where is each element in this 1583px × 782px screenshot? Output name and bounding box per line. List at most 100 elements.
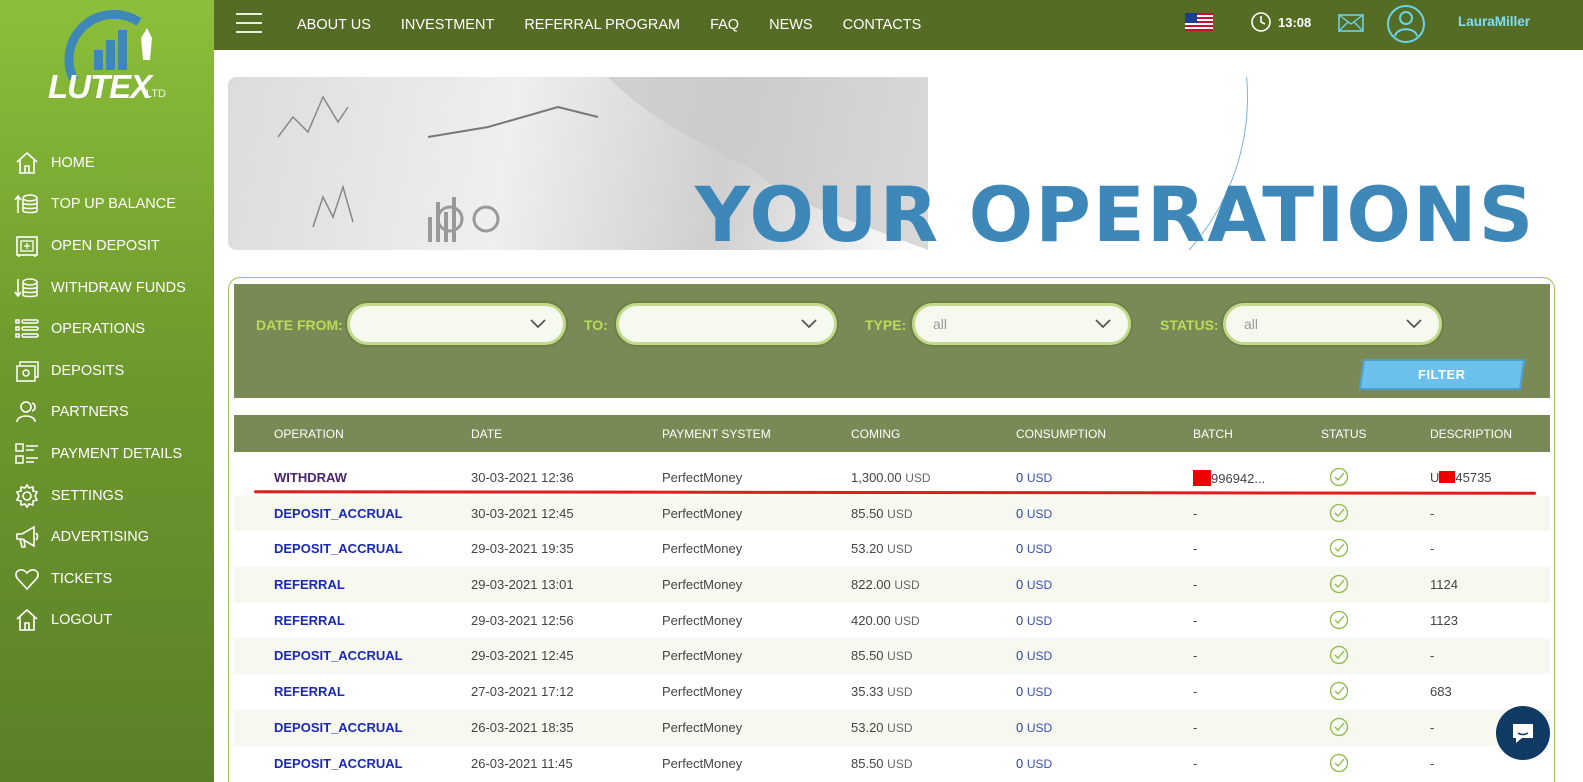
sidebar-item-tickets[interactable]: TICKETS (0, 558, 214, 600)
currency: USD (887, 685, 913, 700)
batch-id: 996942... (1193, 470, 1265, 486)
operation-type: REFERRAL (274, 612, 345, 628)
operation-date: 26-03-2021 11:45 (471, 755, 573, 771)
coming-amount: 822.00 USD (851, 577, 920, 592)
column-header-coming[interactable]: COMING (851, 427, 900, 441)
operation-type: REFERRAL (274, 577, 345, 593)
batch-id: - (1193, 719, 1198, 735)
coming-amount: 85.50 USD (851, 506, 913, 521)
sidebar-item-payment-details[interactable]: PAYMENT DETAILS (0, 433, 214, 475)
avatar[interactable] (1386, 3, 1426, 45)
heart-icon (15, 568, 39, 590)
sidebar-item-advertising[interactable]: ADVERTISING (0, 516, 214, 558)
mail-icon[interactable] (1338, 13, 1364, 33)
status-check-icon (1329, 503, 1349, 522)
coming-value: 85.50 (851, 648, 884, 664)
table-row: DEPOSIT_ACCRUAL 26-03-2021 11:45 Perfect… (234, 746, 1550, 782)
column-header-consumption[interactable]: CONSUMPTION (1016, 427, 1106, 441)
nav-link-referral-program[interactable]: REFERRAL PROGRAM (524, 17, 680, 33)
chat-button[interactable] (1496, 706, 1550, 760)
description-value: 45735 (1455, 470, 1492, 485)
type-select[interactable]: all (912, 303, 1131, 345)
sidebar-item-settings[interactable]: SETTINGS (0, 475, 214, 517)
chevron-down-icon (1406, 319, 1422, 329)
column-header-status[interactable]: STATUS (1321, 427, 1367, 441)
nav-link-investment[interactable]: INVESTMENT (401, 17, 494, 33)
sidebar-item-deposits[interactable]: DEPOSITS (0, 350, 214, 392)
nav-link-faq[interactable]: FAQ (710, 17, 739, 33)
sidebar-item-operations[interactable]: OPERATIONS (0, 308, 214, 350)
column-header-payment-system[interactable]: PAYMENT SYSTEM (662, 427, 771, 441)
batch-id: - (1193, 684, 1198, 700)
coins-up-icon (14, 194, 38, 214)
sidebar-item-logout[interactable]: LOGOUT (0, 600, 214, 642)
page-banner: YOUR OPERATIONS (228, 77, 1555, 250)
date-from-select[interactable] (347, 303, 566, 345)
status-check-icon (1329, 574, 1349, 594)
username[interactable]: LauraMiller (1458, 14, 1530, 29)
status-check-icon (1329, 467, 1349, 487)
consumption-amount: 0 USD (1016, 720, 1052, 735)
type-label: TYPE: (865, 317, 907, 333)
date-to-select[interactable] (616, 303, 837, 345)
column-header-description[interactable]: DESCRIPTION (1430, 427, 1512, 441)
coming-value: 53.20 (851, 541, 884, 557)
currency: USD (1026, 720, 1053, 735)
payment-system: PerfectMoney (662, 648, 743, 664)
brand-name: LUTEX (48, 68, 152, 105)
batch-id: - (1193, 577, 1198, 593)
currency: USD (1026, 471, 1053, 485)
description: 1124 (1430, 577, 1458, 593)
currency: USD (1026, 685, 1053, 700)
consumption-amount: 0 USD (1016, 506, 1052, 521)
status-select[interactable]: all (1223, 303, 1442, 345)
table-row: REFERRAL 29-03-2021 12:56 PerfectMoney 4… (234, 603, 1550, 639)
sidebar-item-label: SETTINGS (51, 487, 124, 504)
payment-system: PerfectMoney (662, 541, 743, 557)
description: - (1430, 505, 1435, 521)
column-header-batch[interactable]: BATCH (1193, 427, 1233, 441)
table-header: OPERATION DATE PAYMENT SYSTEM COMING CON… (234, 415, 1550, 452)
menu-icon[interactable] (236, 13, 262, 33)
filter-button[interactable]: FILTER (1358, 359, 1526, 390)
sidebar-item-label: TICKETS (51, 570, 113, 587)
sidebar-item-label: DEPOSITS (51, 362, 125, 379)
currency: USD (1026, 649, 1053, 664)
redaction-mark (1193, 470, 1211, 486)
sidebar-item-home[interactable]: HOME (0, 142, 214, 184)
column-header-operation[interactable]: OPERATION (274, 427, 344, 441)
operation-type: DEPOSIT_ACCRUAL (274, 719, 403, 735)
nav-link-about-us[interactable]: ABOUT US (297, 17, 371, 33)
date-from-label: DATE FROM: (256, 317, 343, 333)
table-row: DEPOSIT_ACCRUAL 29-03-2021 12:45 Perfect… (234, 638, 1550, 675)
column-header-date[interactable]: DATE (471, 427, 502, 441)
us-flag-icon[interactable] (1185, 13, 1213, 31)
nav-link-news[interactable]: NEWS (769, 17, 813, 33)
logo[interactable]: LUTEX LTD (44, 9, 184, 110)
currency: USD (887, 542, 913, 557)
payment-system: PerfectMoney (662, 470, 743, 485)
nav-link-contacts[interactable]: CONTACTS (843, 17, 922, 33)
sidebar-item-withdraw-funds[interactable]: WITHDRAW FUNDS (0, 267, 214, 309)
sidebar-item-open-deposit[interactable]: OPEN DEPOSIT (0, 225, 214, 267)
brand-suffix: LTD (146, 88, 166, 100)
top-nav: ABOUT US INVESTMENT REFERRAL PROGRAM FAQ… (297, 0, 951, 50)
consumption-amount: 0 USD (1016, 756, 1052, 771)
table-row: DEPOSIT_ACCRUAL 26-03-2021 18:35 Perfect… (234, 709, 1550, 746)
sidebar-item-partners[interactable]: PARTNERS (0, 392, 214, 434)
coming-value: 35.33 (851, 684, 884, 700)
currency: USD (1026, 613, 1053, 628)
operation-date: 26-03-2021 18:35 (471, 719, 574, 735)
payment-system: PerfectMoney (662, 577, 743, 593)
batch-id: - (1193, 505, 1198, 521)
coming-value: 822.00 (851, 577, 891, 593)
payment-system: PerfectMoney (662, 684, 743, 700)
description: 683 (1430, 684, 1452, 700)
status-value: all (1244, 316, 1259, 332)
operation-date: 29-03-2021 13:01 (471, 577, 574, 593)
currency: USD (887, 720, 913, 735)
consumption-value: 0 (1016, 612, 1024, 628)
consumption-amount: 0 USD (1016, 684, 1052, 699)
sidebar-nav: HOME TOP UP BALANCE OPEN DEPOSIT WITHDRA… (0, 142, 214, 641)
sidebar-item-top-up-balance[interactable]: TOP UP BALANCE (0, 184, 214, 226)
